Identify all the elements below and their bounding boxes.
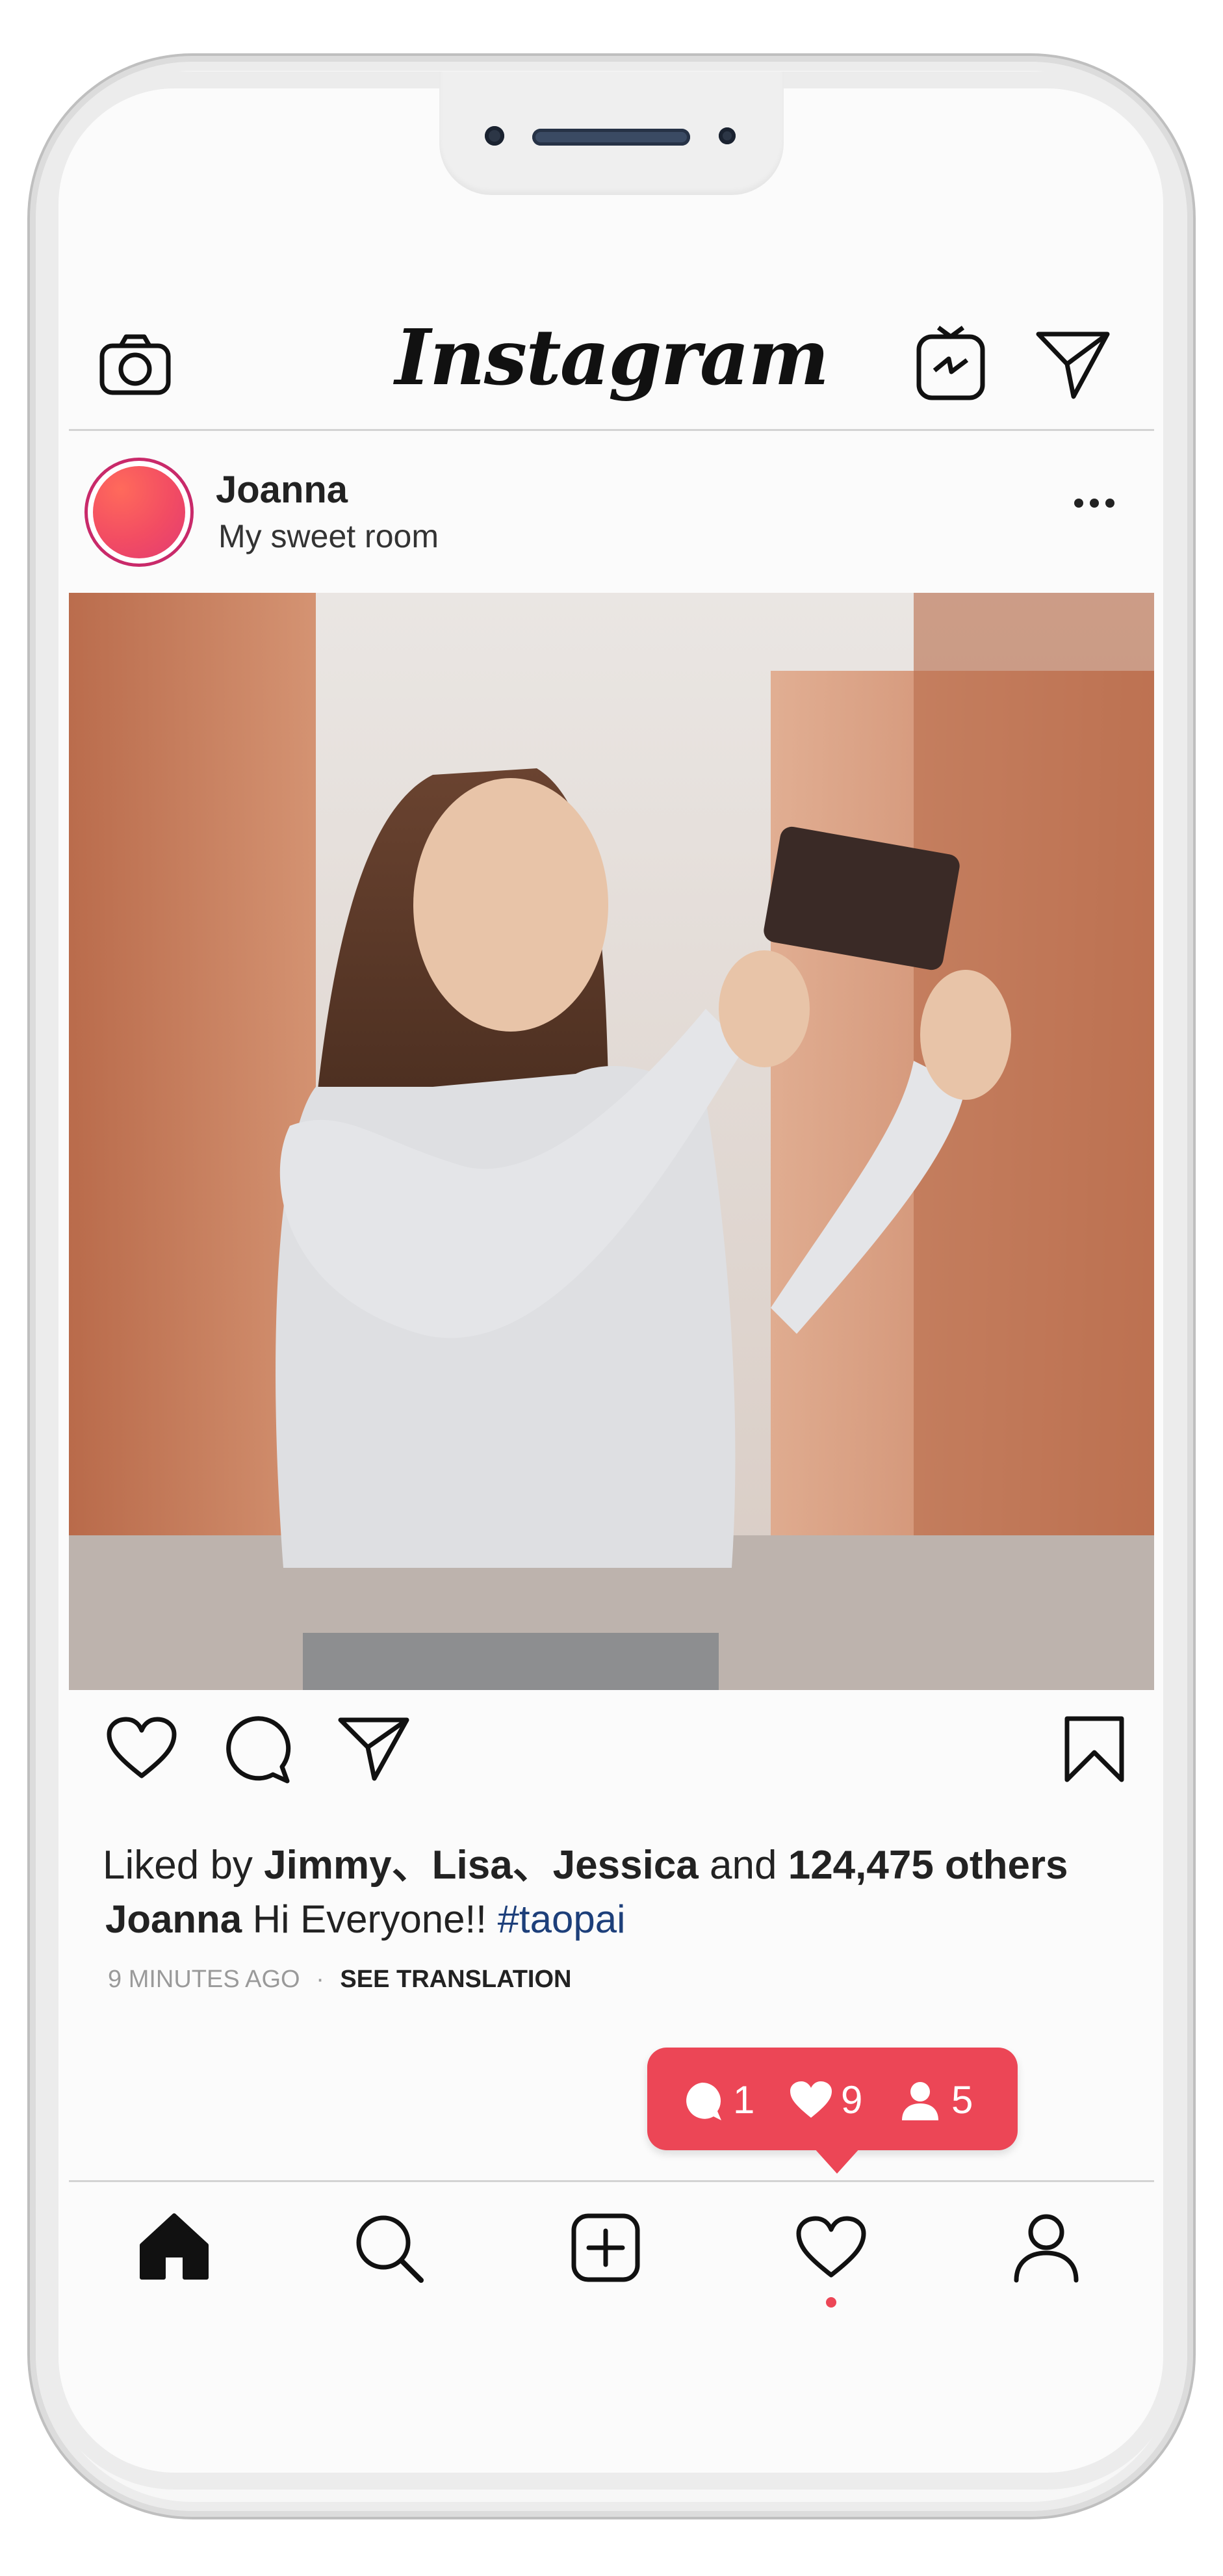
profile-icon[interactable] [1012,2213,1080,2286]
post-meta: 9 MINUTES AGO · SEE TRANSLATION [108,1966,572,1994]
see-translation-link[interactable]: SEE TRANSLATION [340,1966,571,1993]
post-actions [69,1716,1154,1794]
likes-and: and [710,1843,777,1888]
notif-comments-count: 1 [733,2078,755,2122]
post-username[interactable]: Joanna [216,468,348,512]
likes-prefix: Liked by [103,1843,253,1888]
bookmark-icon[interactable] [1063,1715,1126,1788]
front-camera-icon [485,126,504,146]
home-icon[interactable] [138,2213,211,2283]
more-dots-icon[interactable] [1074,498,1115,512]
notif-follows: 5 [899,2077,984,2123]
avatar-image [93,466,185,558]
post-photo[interactable] [69,593,1154,1690]
avatar[interactable] [84,458,194,567]
add-post-icon[interactable] [571,2213,641,2286]
likes-others[interactable]: 124,475 others [788,1843,1068,1888]
activity-indicator-dot [826,2297,836,2308]
caption-text: Hi Everyone!! [252,1897,487,1941]
activity-notification-bubble[interactable]: 1 9 5 [647,2048,1018,2174]
meta-separator: · [316,1966,324,1993]
caption-hashtag[interactable]: #taopai [498,1897,626,1941]
likes-names[interactable]: Jimmy、Lisa、Jessica [264,1843,699,1888]
notif-likes: 9 [789,2077,867,2123]
notif-likes-count: 9 [841,2078,863,2122]
like-heart-icon[interactable] [105,1716,178,1784]
post-subtitle: My sweet room [218,518,439,554]
follower-count-icon [902,2082,938,2120]
share-send-icon[interactable] [337,1716,411,1784]
bottom-nav-divider [69,2180,1154,2182]
post-header: Joanna My sweet room [69,449,1154,579]
comment-bubble-icon[interactable] [222,1716,291,1787]
notif-comments: 1 [681,2077,759,2123]
search-icon[interactable] [354,2213,425,2287]
caption-username[interactable]: Joanna [105,1897,242,1941]
notif-follows-count: 5 [951,2078,973,2122]
igtv-icon[interactable] [915,325,986,405]
heart-count-icon [790,2081,832,2118]
activity-heart-icon[interactable] [795,2215,868,2283]
phone-notch [439,72,784,195]
sensor-icon [719,127,736,144]
likes-line: Liked by Jimmy、Lisa、Jessica and 124,475 … [103,1832,1068,1890]
earpiece-speaker [532,129,690,146]
top-bar: Instagram [69,306,1154,431]
post-time: 9 MINUTES AGO [108,1966,300,1993]
comment-count-icon [686,2082,721,2120]
post-caption: Joanna Hi Everyone!! #taopai [105,1897,625,1942]
instagram-logo: Instagram [394,312,829,402]
direct-send-icon[interactable] [1035,329,1111,404]
